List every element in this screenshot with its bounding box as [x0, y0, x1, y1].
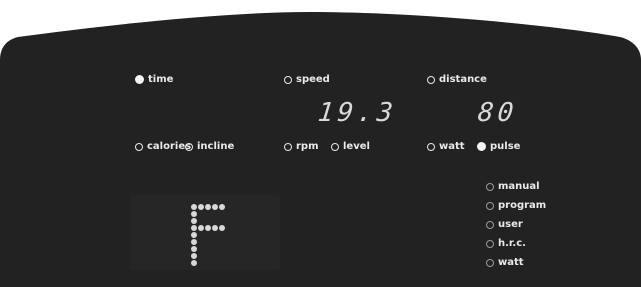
indicator-pulse: pulse	[477, 141, 520, 152]
indicator-distance: distance	[427, 74, 487, 85]
indicator-time: time	[135, 74, 173, 85]
indicator-time-label: time	[148, 74, 174, 85]
led-on-icon	[135, 75, 144, 84]
led-off-icon	[284, 75, 292, 84]
led-off-icon	[486, 201, 494, 210]
indicator-speed-label: speed	[296, 74, 330, 85]
readout-center: 19.3	[316, 98, 399, 128]
indicator-calories: calories	[135, 141, 191, 152]
indicator-pulse-label: pulse	[490, 141, 521, 152]
led-off-icon	[284, 142, 292, 151]
program-manual-label: manual	[498, 181, 540, 192]
program-watt-label: watt	[498, 257, 524, 268]
indicator-incline-label: incline	[197, 141, 235, 152]
indicator-watt-label: watt	[439, 141, 465, 152]
program-hrc-label: h.r.c.	[498, 238, 526, 249]
console-panel	[0, 12, 641, 287]
indicator-level: level	[331, 141, 370, 152]
indicator-level-label: level	[343, 141, 370, 152]
indicator-distance-label: distance	[439, 74, 487, 85]
indicator-rpm: rpm	[284, 141, 319, 152]
indicator-speed: speed	[284, 74, 330, 85]
program-program: program	[486, 200, 546, 211]
led-on-icon	[477, 142, 486, 151]
led-off-icon	[486, 239, 494, 248]
led-off-icon	[486, 258, 494, 267]
program-user-label: user	[498, 219, 523, 230]
indicator-rpm-label: rpm	[296, 141, 319, 152]
indicator-watt: watt	[427, 141, 465, 152]
led-off-icon	[331, 142, 339, 151]
readout-right: 80	[476, 98, 519, 128]
led-off-icon	[185, 142, 193, 151]
led-off-icon	[427, 75, 435, 84]
dot-matrix-area	[130, 195, 280, 270]
program-hrc: h.r.c.	[486, 238, 526, 249]
program-watt: watt	[486, 257, 524, 268]
led-off-icon	[135, 142, 143, 151]
program-program-label: program	[498, 200, 547, 211]
program-user: user	[486, 219, 523, 230]
led-off-icon	[427, 142, 435, 151]
led-off-icon	[486, 182, 494, 191]
led-off-icon	[486, 220, 494, 229]
program-manual: manual	[486, 181, 540, 192]
indicator-incline: incline	[185, 141, 234, 152]
